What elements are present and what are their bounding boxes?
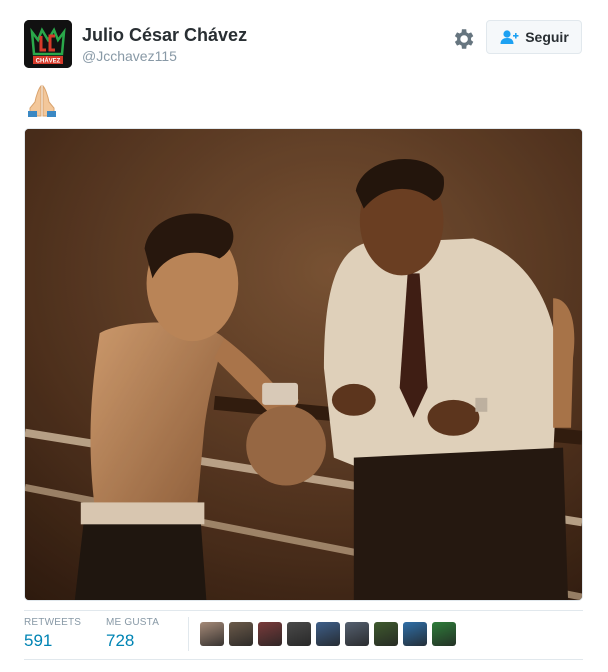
tweet-text: [24, 82, 64, 118]
stats-divider: [188, 617, 189, 651]
divider: [24, 659, 583, 660]
retweets-stat[interactable]: RETWEETS 591: [24, 617, 81, 651]
liker-avatar[interactable]: [287, 622, 311, 646]
liker-avatar[interactable]: [316, 622, 340, 646]
liker-avatar[interactable]: [345, 622, 369, 646]
follow-button-label: Seguir: [525, 29, 569, 45]
liker-avatar[interactable]: [258, 622, 282, 646]
liker-avatar[interactable]: [403, 622, 427, 646]
add-user-icon: [500, 30, 519, 44]
likes-stat[interactable]: ME GUSTA 728: [106, 617, 159, 651]
avatar-logo-text: CHÁVEZ: [36, 58, 61, 65]
user-handle[interactable]: @Jcchavez115: [82, 48, 177, 64]
liker-avatar[interactable]: [229, 622, 253, 646]
folded-hands-emoji: [28, 84, 56, 117]
avatar[interactable]: CHÁVEZ: [24, 20, 72, 68]
likes-label: ME GUSTA: [106, 617, 160, 628]
liker-avatar[interactable]: [432, 622, 456, 646]
jcc-crown-logo-icon: CHÁVEZ: [24, 20, 72, 68]
likes-count: 728: [106, 631, 135, 650]
divider: [24, 610, 583, 611]
follow-button[interactable]: Seguir: [486, 20, 582, 54]
retweets-count: 591: [24, 631, 53, 650]
liker-avatar[interactable]: [200, 622, 224, 646]
retweets-label: RETWEETS: [24, 617, 82, 628]
tweet-photo[interactable]: [24, 128, 583, 601]
gear-icon[interactable]: [450, 26, 476, 52]
liker-avatar[interactable]: [374, 622, 398, 646]
display-name[interactable]: Julio César Chávez: [82, 25, 247, 46]
liker-avatars: [200, 622, 456, 646]
